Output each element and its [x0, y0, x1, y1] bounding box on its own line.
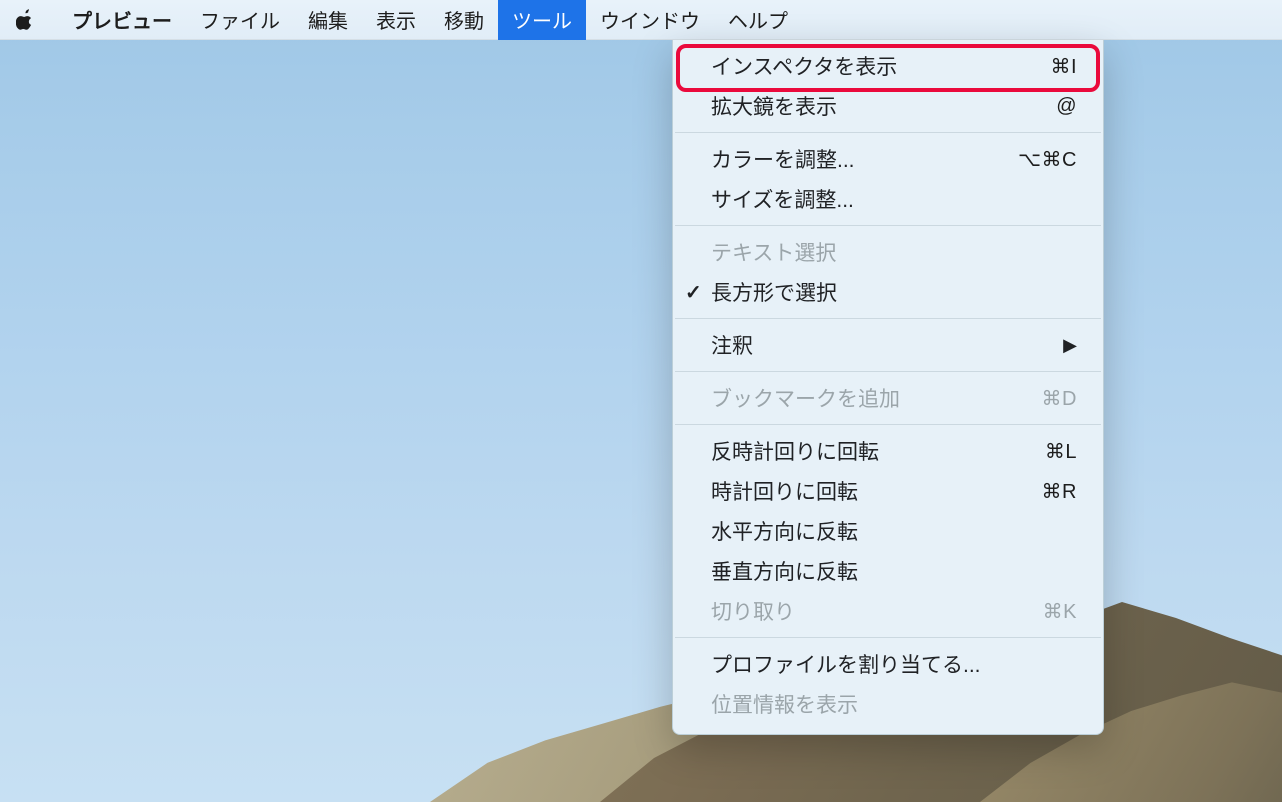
menu-separator	[675, 371, 1101, 372]
menubar-item-tools[interactable]: ツール	[498, 0, 586, 40]
check-icon: ✓	[685, 280, 702, 305]
menu-item-label: サイズを調整...	[711, 184, 1077, 214]
menu-item-show-magnifier[interactable]: 拡大鏡を表示 @	[673, 86, 1103, 126]
menu-item-label: カラーを調整...	[711, 144, 1018, 174]
menu-item-label: プロファイルを割り当てる...	[711, 649, 1077, 679]
menu-item-label: インスペクタを表示	[711, 51, 1050, 81]
menubar-item-file[interactable]: ファイル	[186, 0, 294, 40]
menubar-item-view[interactable]: 表示	[362, 0, 430, 40]
menu-separator	[675, 424, 1101, 425]
tools-dropdown: インスペクタを表示 ⌘I 拡大鏡を表示 @ カラーを調整... ⌥⌘C サイズを…	[672, 40, 1104, 735]
menu-item-shortcut: ⌘L	[1045, 439, 1077, 464]
menubar-item-go[interactable]: 移動	[430, 0, 498, 40]
menu-item-shortcut: ⌘D	[1042, 386, 1077, 411]
menu-item-show-location: 位置情報を表示	[673, 684, 1103, 724]
menu-item-adjust-size[interactable]: サイズを調整...	[673, 179, 1103, 219]
menu-item-shortcut: ⌘R	[1042, 479, 1077, 504]
menu-item-annotate[interactable]: 注釈 ▶	[673, 325, 1103, 365]
menu-item-label: 切り取り	[711, 596, 1043, 626]
menu-item-label: 垂直方向に反転	[711, 556, 1077, 586]
menu-item-label: 位置情報を表示	[711, 689, 1077, 719]
menu-item-label: 注釈	[711, 330, 1063, 360]
menu-item-flip-horizontal[interactable]: 水平方向に反転	[673, 511, 1103, 551]
menu-item-label: 時計回りに回転	[711, 476, 1042, 506]
menu-item-adjust-color[interactable]: カラーを調整... ⌥⌘C	[673, 139, 1103, 179]
menubar-app-name[interactable]: プレビュー	[58, 0, 186, 40]
menu-item-text-selection: テキスト選択	[673, 232, 1103, 272]
menu-item-shortcut: ⌘K	[1043, 599, 1077, 624]
menu-separator	[675, 225, 1101, 226]
menu-item-crop: 切り取り ⌘K	[673, 591, 1103, 631]
menubar: プレビュー ファイル 編集 表示 移動 ツール ウインドウ ヘルプ	[0, 0, 1282, 40]
menu-item-label: テキスト選択	[711, 237, 1077, 267]
menu-item-flip-vertical[interactable]: 垂直方向に反転	[673, 551, 1103, 591]
menu-item-show-inspector[interactable]: インスペクタを表示 ⌘I	[673, 46, 1103, 86]
menu-item-label: 長方形で選択	[711, 277, 1077, 307]
menu-item-label: 水平方向に反転	[711, 516, 1077, 546]
menu-separator	[675, 637, 1101, 638]
menubar-item-window[interactable]: ウインドウ	[586, 0, 714, 40]
menu-item-add-bookmark: ブックマークを追加 ⌘D	[673, 378, 1103, 418]
submenu-arrow-icon: ▶	[1063, 335, 1077, 356]
menu-item-assign-profile[interactable]: プロファイルを割り当てる...	[673, 644, 1103, 684]
menu-item-label: ブックマークを追加	[711, 383, 1042, 413]
menu-separator	[675, 132, 1101, 133]
menu-item-rotate-ccw[interactable]: 反時計回りに回転 ⌘L	[673, 431, 1103, 471]
menu-item-rect-selection[interactable]: ✓ 長方形で選択	[673, 272, 1103, 312]
menu-item-label: 反時計回りに回転	[711, 436, 1045, 466]
menubar-item-help[interactable]: ヘルプ	[714, 0, 802, 40]
menu-item-shortcut: @	[1056, 95, 1077, 118]
menubar-item-edit[interactable]: 編集	[294, 0, 362, 40]
menu-separator	[675, 318, 1101, 319]
menu-item-rotate-cw[interactable]: 時計回りに回転 ⌘R	[673, 471, 1103, 511]
menu-item-label: 拡大鏡を表示	[711, 91, 1056, 121]
menu-item-shortcut: ⌥⌘C	[1018, 147, 1077, 172]
menu-item-shortcut: ⌘I	[1050, 54, 1077, 79]
apple-menu-icon[interactable]	[14, 9, 36, 31]
